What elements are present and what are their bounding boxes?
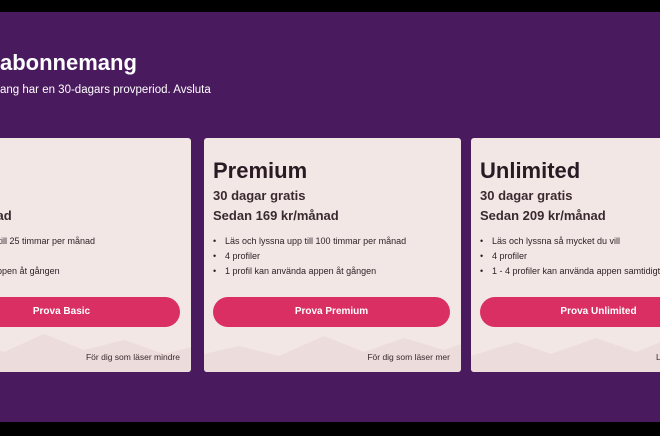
feature-item: • 4 profiler	[480, 249, 660, 264]
bullet-icon: •	[480, 236, 484, 246]
feature-text: använda appen åt gången	[0, 266, 60, 276]
feature-text: yssna upp till 25 timmar per månad	[0, 236, 96, 246]
plan-name: Unlimited	[480, 158, 581, 183]
bullet-icon: •	[213, 251, 217, 261]
feature-item: • Läs och lyssna upp till 100 timmar per …	[213, 234, 406, 249]
feature-text: 4 profiler	[492, 251, 528, 261]
plan-trial: 30 dagar gratis	[480, 188, 573, 203]
section-subtitle: ang har en 30-dagars provperiod. Avsluta	[0, 84, 211, 96]
feature-text: Läs och lyssna upp till 100 timmar per m…	[225, 236, 407, 246]
plan-price: Sedan 209 kr/månad	[480, 208, 606, 223]
plan-name: Premium	[213, 158, 308, 183]
feature-item: •yssna upp till 25 timmar per månad	[0, 234, 95, 249]
bullet-icon: •	[480, 251, 484, 261]
feature-text: 1 - 4 profiler kan använda appen samtidi…	[492, 266, 660, 276]
plan-tagline: För dig som läser mindre	[85, 352, 180, 362]
plan-tagline: För dig som läser mer	[367, 352, 450, 362]
plan-tagline: L	[656, 352, 660, 362]
feature-item: • Läs och lyssna så mycket du vill	[480, 234, 660, 249]
plan-trial: 30 dagar gratis	[213, 188, 306, 203]
plan-card-premium: Premium 30 dagar gratis Sedan 169 kr/mån…	[204, 138, 461, 372]
plan-card-basic: gratis 0 kr/månad •yssna upp till 25 tim…	[0, 138, 191, 372]
feature-item: • 1 profil kan använda appen åt gången	[213, 264, 406, 279]
feature-text: 1 profil kan använda appen åt gången	[225, 266, 377, 276]
try-unlimited-button[interactable]: Prova Unlimited	[480, 297, 660, 327]
feature-text: Läs och lyssna så mycket du vill	[492, 236, 621, 246]
plan-price: Sedan 169 kr/månad	[213, 208, 339, 223]
subscription-section: abonnemang ang har en 30-dagars provperi…	[0, 12, 660, 422]
feature-item: • 4 profiler	[213, 249, 406, 264]
plan-features: • Läs och lyssna upp till 100 timmar per …	[213, 234, 406, 279]
bullet-icon: •	[213, 266, 217, 276]
bullet-icon: •	[213, 236, 217, 246]
feature-item: •använda appen åt gången	[0, 264, 95, 279]
try-basic-button[interactable]: Prova Basic	[0, 297, 180, 327]
try-premium-button[interactable]: Prova Premium	[213, 297, 450, 327]
plan-features: •yssna upp till 25 timmar per månad • •a…	[0, 234, 95, 279]
plan-price: 0 kr/månad	[0, 208, 12, 223]
bullet-icon: •	[480, 266, 484, 276]
feature-item: • 1 - 4 profiler kan använda appen samtid…	[480, 264, 660, 279]
plan-features: • Läs och lyssna så mycket du vill • 4 pro…	[480, 234, 660, 279]
feature-item: •	[0, 249, 95, 264]
feature-text: 4 profiler	[225, 251, 261, 261]
section-title: abonnemang	[0, 50, 137, 75]
plan-card-unlimited: Unlimited 30 dagar gratis Sedan 209 kr/m…	[471, 138, 660, 372]
